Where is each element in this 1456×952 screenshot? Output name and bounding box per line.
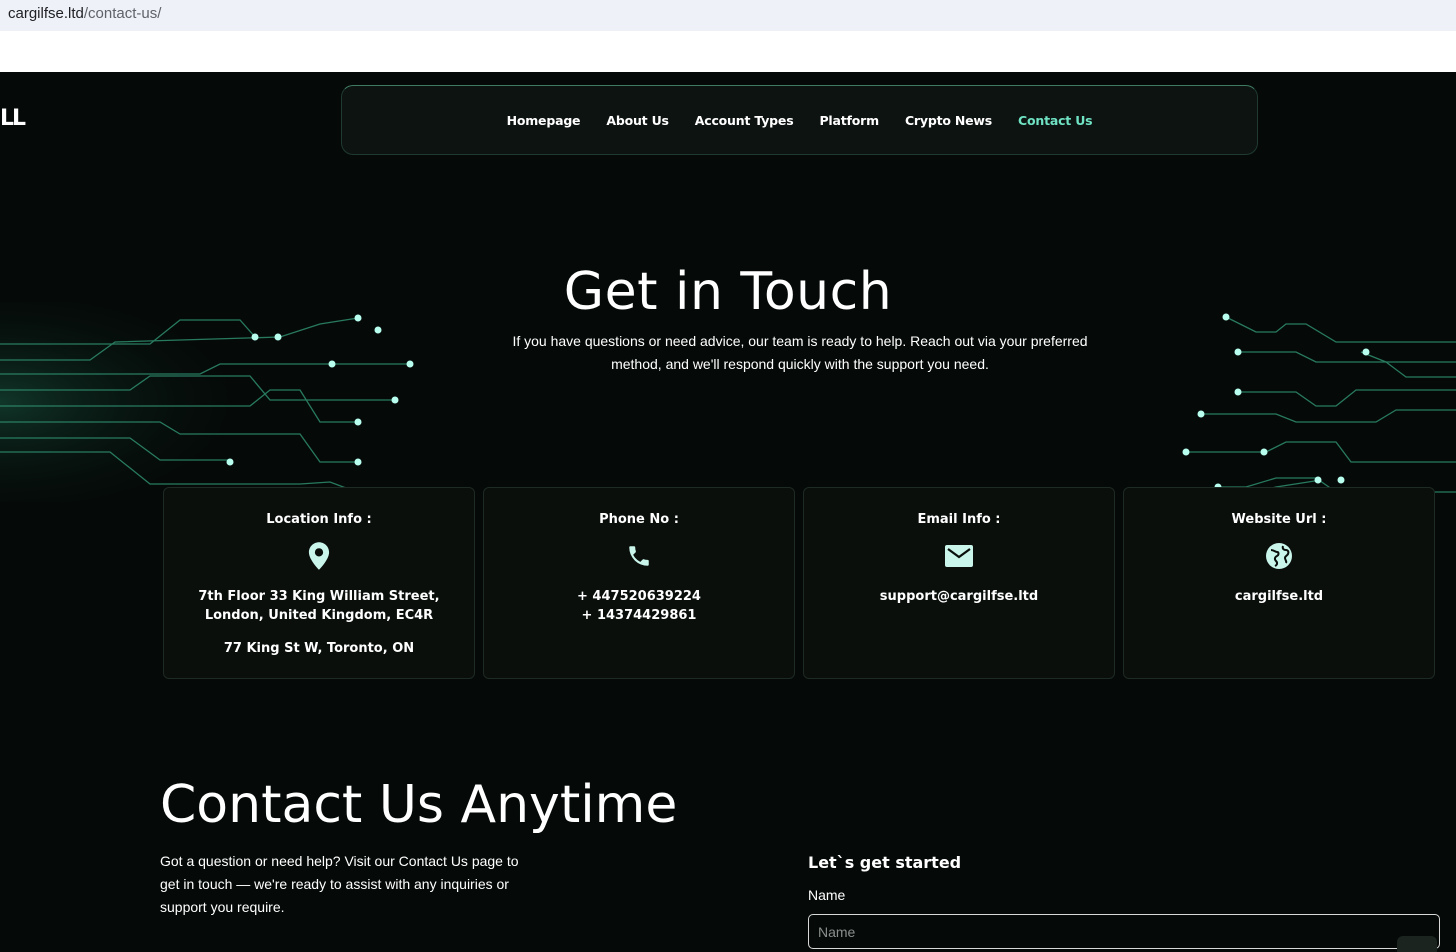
site-logo[interactable]: LL [0,106,26,131]
main-nav: Homepage About Us Account Types Platform… [341,85,1258,155]
browser-url-bar[interactable]: cargilfse.ltd/contact-us/ [0,0,1456,31]
card-email: Email Info : support@cargilfse.ltd [803,487,1115,679]
nav-item-account-types[interactable]: Account Types [695,113,794,128]
phone-number-ca[interactable]: + 14374429861 [484,606,794,625]
hero-title: Get in Touch [563,262,893,322]
card-title: Website Url : [1231,512,1327,527]
location-address-toronto: 77 King St W, Toronto, ON [223,641,415,656]
name-field-label: Name [808,887,846,903]
hero-subtitle: If you have questions or need advice, ou… [512,333,1088,372]
nav-item-crypto-news[interactable]: Crypto News [905,113,992,128]
circuit-decoration-right [1182,313,1456,502]
phone-number-uk[interactable]: + 447520639224 [484,587,794,606]
location-address-london: 7th Floor 33 King William Street, London… [198,589,440,623]
page-content: LL Homepage About Us Account Types Platf… [0,72,1456,952]
nav-item-homepage[interactable]: Homepage [507,113,581,128]
card-title: Location Info : [266,512,372,527]
form-heading: Let`s get started [808,853,962,872]
email-address[interactable]: support@cargilfse.ltd [804,587,1114,606]
card-phone: Phone No : + 447520639224 + 14374429861 [483,487,795,679]
floating-widget-tab[interactable] [1397,936,1437,952]
card-title: Phone No : [599,512,679,527]
website-url[interactable]: cargilfse.ltd [1124,587,1434,606]
contact-section-title: Contact Us Anytime [160,775,678,835]
contact-section-subtitle: Got a question or need help? Visit our C… [160,853,519,915]
url-path: /contact-us/ [83,5,162,22]
mail-icon [944,541,974,571]
nav-item-platform[interactable]: Platform [819,113,879,128]
contact-info-cards: Location Info : 7th Floor 33 King Willia… [163,487,1435,679]
nav-item-contact-us[interactable]: Contact Us [1018,113,1093,128]
card-title: Email Info : [917,512,1001,527]
card-website: Website Url : cargilfse.ltd [1123,487,1435,679]
card-location: Location Info : 7th Floor 33 King Willia… [163,487,475,679]
name-input[interactable] [808,914,1440,949]
location-pin-icon [304,541,334,571]
nav-item-about-us[interactable]: About Us [606,113,669,128]
circuit-decoration-left [0,302,430,502]
url-host: cargilfse.ltd [8,5,84,22]
browser-toolbar-strip [0,31,1456,72]
globe-icon [1264,541,1294,571]
phone-icon [624,541,654,571]
